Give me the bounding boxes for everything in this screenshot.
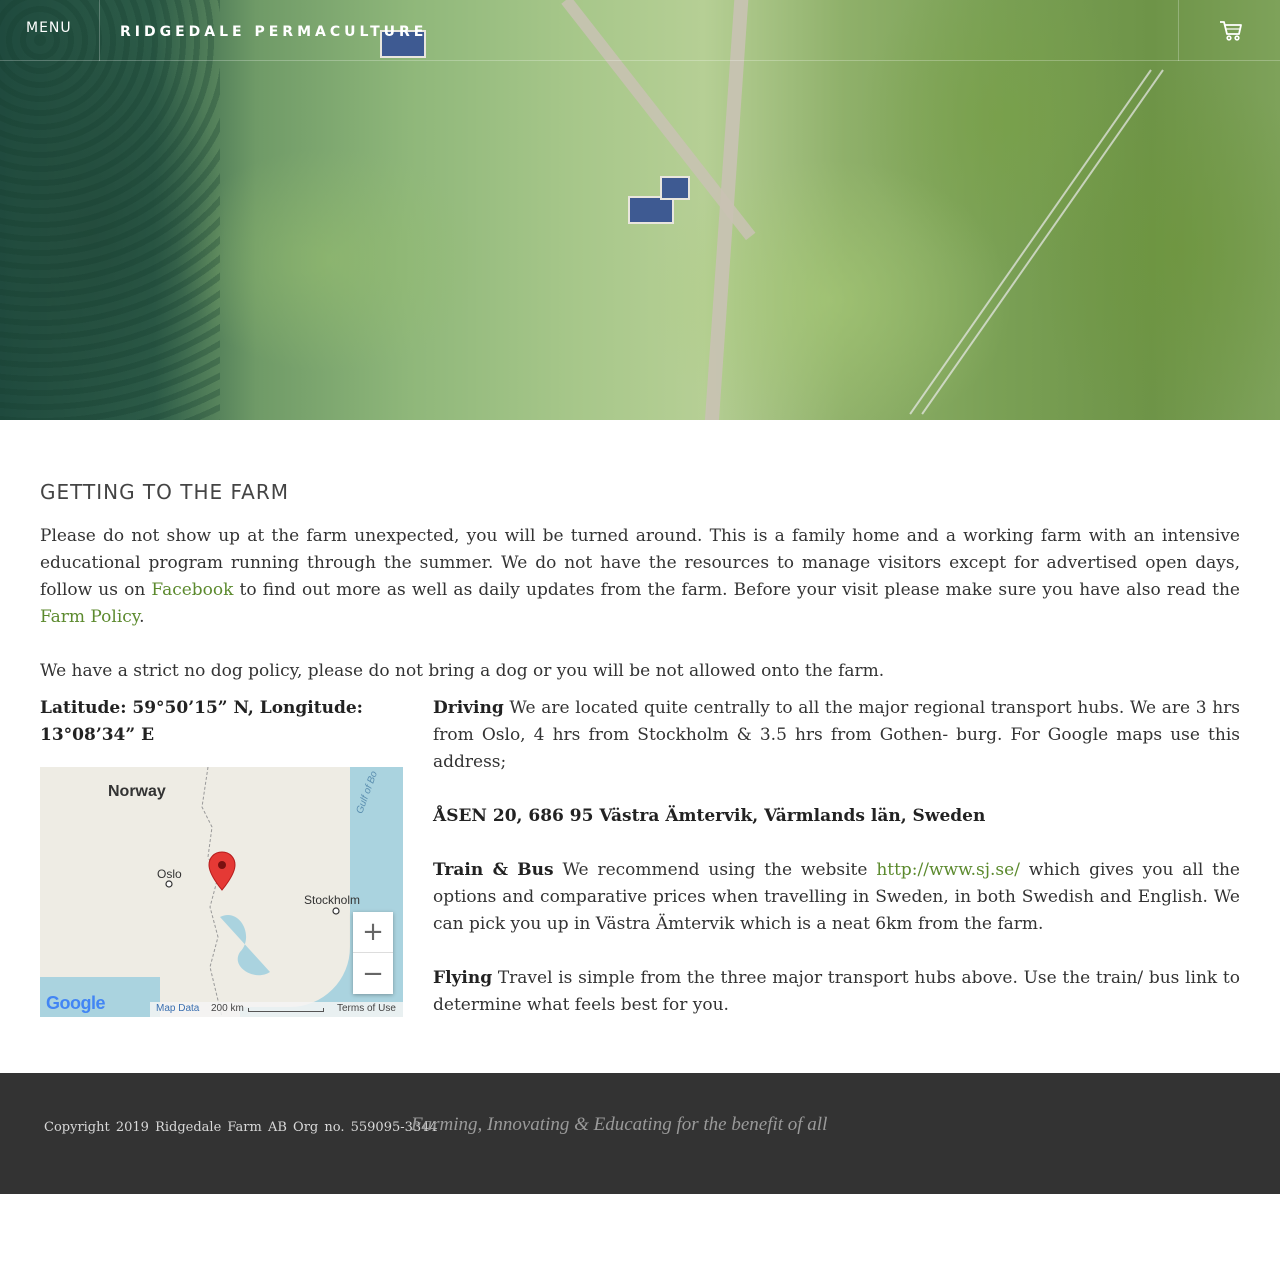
main-content: GETTING TO THE FARM Please do not show u…	[40, 480, 1240, 1025]
driving-paragraph: Driving We are located quite centrally t…	[433, 695, 1240, 776]
hero-house	[660, 176, 690, 200]
intro-text: to find out more as well as daily update…	[233, 580, 1240, 600]
hero-powerline	[921, 69, 1164, 415]
map-city-dot-stockholm	[332, 907, 340, 915]
train-bus-paragraph: Train & Bus We recommend using the websi…	[433, 857, 1240, 938]
map-border	[201, 767, 223, 1017]
dog-policy-paragraph: We have a strict no dog policy, please d…	[40, 661, 885, 681]
train-bus-text: We recommend using the website	[553, 860, 877, 880]
hero-road	[704, 0, 749, 420]
zoom-in-button[interactable]: +	[353, 912, 393, 953]
location-column: Latitude: 59°50’15” N, Longitude: 13°08’…	[40, 695, 403, 1017]
site-title[interactable]: RIDGEDALE PERMACULTURE	[120, 24, 427, 40]
flying-paragraph: Flying Travel is simple from the three m…	[433, 965, 1240, 1019]
map-marker-icon[interactable]	[208, 851, 236, 891]
location-map[interactable]: Norway Oslo Stockholm Gulf of Bo + − Goo…	[40, 767, 403, 1017]
intro-text: .	[139, 607, 145, 627]
map-data-link[interactable]: Map Data	[156, 1003, 199, 1014]
map-zoom-controls: + −	[353, 912, 393, 994]
sj-website-link[interactable]: http://www.sj.se/	[876, 860, 1020, 880]
travel-info-column: Driving We are located quite centrally t…	[433, 695, 1240, 1019]
footer-copyright: Copyright 2019 Ridgedale Farm AB Org no.…	[44, 1120, 438, 1135]
map-overlay	[165, 767, 340, 1017]
map-label-stockholm: Stockholm	[304, 893, 361, 907]
map-label-oslo: Oslo	[157, 867, 182, 881]
map-terms-link[interactable]: Terms of Use	[337, 1003, 396, 1014]
map-scale-bar	[248, 1008, 324, 1012]
hero-house	[628, 196, 674, 224]
menu-button[interactable]: MENU	[0, 0, 100, 61]
farm-address: ÅSEN 20, 686 95 Västra Ämtervik, Värmlan…	[433, 806, 986, 826]
zoom-out-button[interactable]: −	[353, 953, 393, 994]
hero-image: MENU RIDGEDALE PERMACULTURE	[0, 0, 1280, 420]
map-city-dot-oslo	[165, 880, 173, 888]
map-label-norway: Norway	[108, 783, 166, 800]
train-bus-label: Train & Bus	[433, 860, 554, 880]
driving-label: Driving	[433, 698, 504, 718]
flying-label: Flying	[433, 968, 493, 988]
directions-section: Latitude: 59°50’15” N, Longitude: 13°08’…	[40, 695, 1240, 1025]
map-attribution: Map Data 200 km Terms of Use	[150, 1002, 403, 1017]
cart-button[interactable]	[1178, 0, 1280, 61]
top-navigation-bar: MENU RIDGEDALE PERMACULTURE	[0, 0, 1280, 61]
flying-text: Travel is simple from the three major tr…	[433, 968, 1240, 1015]
intro-paragraph: Please do not show up at the farm unexpe…	[40, 523, 1240, 631]
page-title: GETTING TO THE FARM	[40, 480, 289, 504]
google-logo: Google	[46, 993, 106, 1013]
cart-icon	[1220, 21, 1242, 41]
farm-policy-link[interactable]: Farm Policy	[40, 607, 139, 627]
map-lake	[220, 915, 270, 976]
forest-area	[0, 0, 220, 420]
hero-powerline	[909, 69, 1152, 415]
footer-tagline: Farming, Innovating & Educating for the …	[411, 1114, 828, 1135]
facebook-link[interactable]: Facebook	[151, 580, 233, 600]
coordinates: Latitude: 59°50’15” N, Longitude: 13°08’…	[40, 698, 363, 745]
map-scale-label: 200 km	[211, 1003, 244, 1014]
driving-text: We are located quite centrally to all th…	[433, 698, 1240, 772]
site-footer: Copyright 2019 Ridgedale Farm AB Org no.…	[0, 1073, 1280, 1194]
